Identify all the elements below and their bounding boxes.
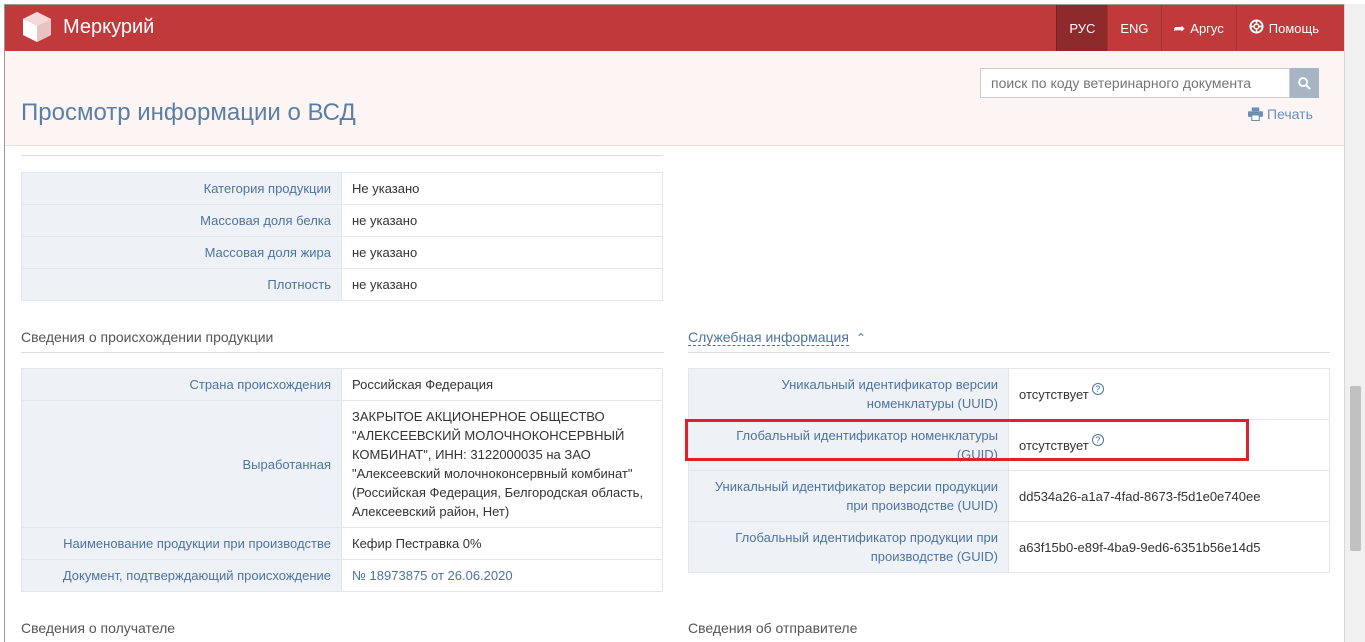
row-value: ЗАКРЫТОЕ АКЦИОНЕРНОЕ ОБЩЕСТВО "АЛЕКСЕЕВС… bbox=[341, 400, 663, 528]
argus-label: Аргус bbox=[1190, 20, 1224, 36]
row-value: не указано bbox=[341, 204, 663, 237]
lang-en-button[interactable]: ENG bbox=[1107, 5, 1160, 51]
table-row: Категория продукции Не указано bbox=[21, 172, 663, 205]
origin-section-title: Сведения о происхождении продукции bbox=[21, 329, 274, 345]
row-key: Наименование продукции при производстве bbox=[21, 527, 342, 560]
row-key: Массовая доля жира bbox=[21, 236, 342, 269]
row-key: Глобальный идентификатор продукции при п… bbox=[688, 521, 1009, 573]
row-key: Уникальный идентификатор версии продукци… bbox=[688, 470, 1009, 522]
product-props-table: Категория продукции Не указано Массовая д… bbox=[21, 172, 663, 301]
table-row: Глобальный идентификатор продукции при п… bbox=[688, 521, 1330, 573]
service-table: Уникальный идентификатор версии номенкла… bbox=[688, 368, 1330, 573]
row-key: Уникальный идентификатор версии номенкла… bbox=[688, 368, 1009, 420]
lifebuoy-icon bbox=[1249, 19, 1264, 37]
row-value: не указано bbox=[341, 268, 663, 301]
table-row: Документ, подтверждающий происхождение № … bbox=[21, 559, 663, 592]
argus-link[interactable]: ➦ Аргус bbox=[1160, 5, 1236, 51]
scrollbar-thumb[interactable] bbox=[1350, 386, 1361, 551]
search-bar bbox=[980, 68, 1319, 98]
row-key: Выработанная bbox=[21, 400, 342, 528]
table-row: Уникальный идентификатор версии номенкла… bbox=[688, 368, 1330, 420]
sender-section-title: Сведения об отправителе bbox=[688, 620, 858, 636]
table-row: Уникальный идентификатор версии продукци… bbox=[688, 470, 1330, 522]
row-value: Российская Федерация bbox=[341, 368, 663, 401]
row-value: Не указано bbox=[341, 172, 663, 205]
row-value: Кефир Пестравка 0% bbox=[341, 527, 663, 560]
table-row: Массовая доля белка не указано bbox=[21, 204, 663, 237]
row-key: Страна происхождения bbox=[21, 368, 342, 401]
row-key: Плотность bbox=[21, 268, 342, 301]
row-value: a63f15b0-e89f-4ba9-9ed6-6351b56e14d5 bbox=[1008, 521, 1330, 573]
page-title: Просмотр информации о ВСД bbox=[21, 99, 356, 126]
print-link[interactable]: Печать bbox=[1248, 106, 1313, 122]
service-section-toggle[interactable]: Служебная информация bbox=[688, 329, 849, 346]
browser-viewport: Меркурий РУС ENG ➦ Аргус Помощь Просмотр… bbox=[4, 4, 1344, 642]
help-question-icon[interactable]: ? bbox=[1091, 382, 1104, 395]
scrollbar[interactable] bbox=[1344, 4, 1365, 642]
table-row: Выработанная ЗАКРЫТОЕ АКЦИОНЕРНОЕ ОБЩЕСТВ… bbox=[21, 400, 663, 528]
brand[interactable]: Меркурий bbox=[21, 11, 154, 43]
row-key: Массовая доля белка bbox=[21, 204, 342, 237]
row-value-cell: отсутствует? bbox=[1008, 368, 1330, 420]
help-label: Помощь bbox=[1268, 20, 1319, 36]
origin-table: Страна происхождения Российская Федерация… bbox=[21, 368, 663, 592]
section-divider bbox=[21, 155, 663, 156]
row-value: dd534a26-a1a7-4fad-8673-f5d1e0e740ee bbox=[1008, 470, 1330, 522]
row-value: не указано bbox=[341, 236, 663, 269]
search-icon bbox=[1298, 76, 1311, 90]
table-row: Массовая доля жира не указано bbox=[21, 236, 663, 269]
service-section-title[interactable]: Служебная информация ⌃ bbox=[688, 329, 866, 346]
search-input[interactable] bbox=[980, 68, 1290, 98]
help-link[interactable]: Помощь bbox=[1235, 5, 1344, 51]
printer-icon bbox=[1248, 107, 1263, 121]
table-row: Страна происхождения Российская Федерация bbox=[21, 368, 663, 401]
table-row: Наименование продукции при производстве К… bbox=[21, 527, 663, 560]
origin-document-link[interactable]: № 18973875 от 26.06.2020 bbox=[341, 559, 663, 592]
table-row: Плотность не указано bbox=[21, 268, 663, 301]
share-arrow-icon: ➦ bbox=[1173, 19, 1186, 36]
highlight-box bbox=[685, 419, 1249, 461]
chevron-up-icon[interactable]: ⌃ bbox=[856, 331, 866, 345]
row-key: Категория продукции bbox=[21, 172, 342, 205]
brand-name: Меркурий bbox=[63, 15, 155, 38]
row-key: Документ, подтверждающий происхождение bbox=[21, 559, 342, 592]
lang-ru-button[interactable]: РУС bbox=[1056, 5, 1108, 51]
top-navbar: Меркурий РУС ENG ➦ Аргус Помощь bbox=[5, 5, 1344, 51]
search-button[interactable] bbox=[1290, 68, 1319, 98]
recipient-section-title: Сведения о получателе bbox=[21, 620, 176, 636]
nav-right: РУС ENG ➦ Аргус Помощь bbox=[1056, 5, 1344, 51]
main-content: Категория продукции Не указано Массовая д… bbox=[5, 145, 1344, 642]
section-divider bbox=[21, 352, 664, 353]
section-divider bbox=[688, 352, 1330, 353]
mercury-logo-icon bbox=[23, 12, 51, 42]
row-value: отсутствует bbox=[1019, 386, 1089, 402]
print-label: Печать bbox=[1267, 106, 1313, 122]
